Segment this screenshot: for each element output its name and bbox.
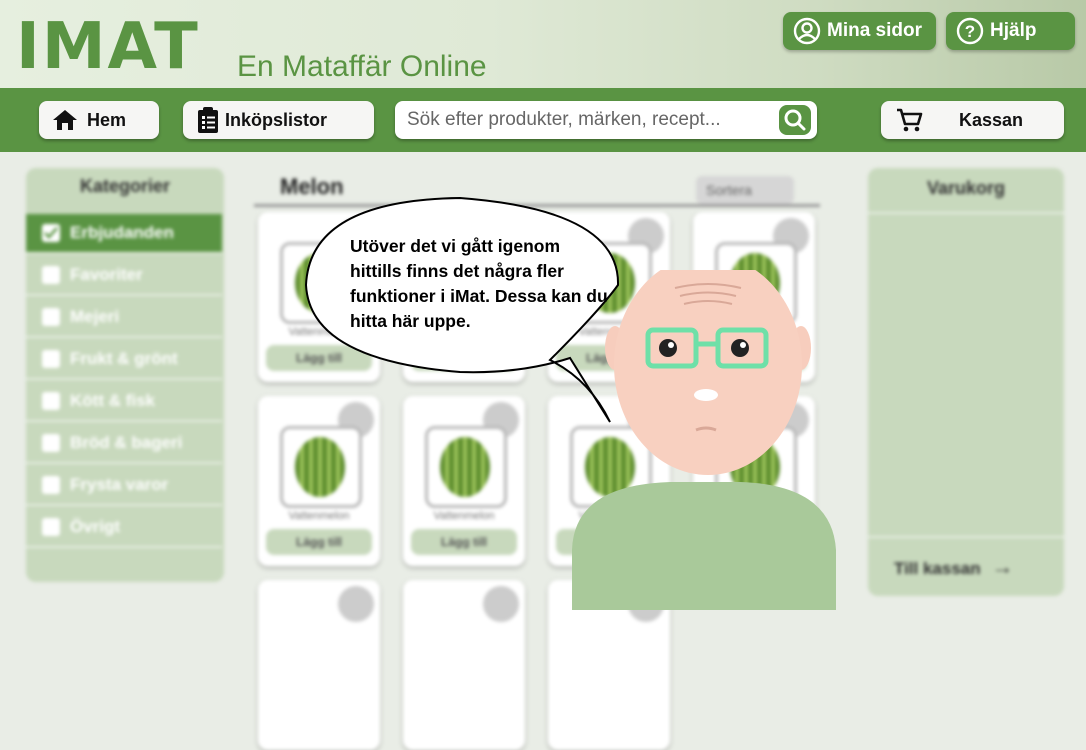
- search-input[interactable]: Sök efter produkter, märken, recept...: [407, 109, 721, 131]
- category-sidebar: Kategorier Erbjudanden Favoriter Mejeri …: [26, 168, 224, 582]
- cart-panel: Varukorg Till kassan →: [868, 168, 1064, 596]
- checkbox[interactable]: [42, 266, 60, 284]
- checkout-button[interactable]: Kassan: [881, 101, 1064, 139]
- cart-divider: [868, 536, 1064, 538]
- tagline: En Mataffär Online: [237, 50, 487, 83]
- clipboard-icon: [198, 107, 218, 133]
- watermelon-image: [440, 437, 490, 497]
- category-item[interactable]: Mejeri: [26, 298, 222, 338]
- user-icon: [793, 17, 821, 45]
- checkout-label: Kassan: [959, 109, 1024, 130]
- checkbox[interactable]: [42, 308, 60, 326]
- help-label: Hjälp: [990, 20, 1037, 41]
- offer-badge: [483, 586, 519, 622]
- cart-icon: [897, 108, 923, 132]
- category-label: Kött & fisk: [70, 391, 155, 410]
- mina-sidor-button[interactable]: Mina sidor: [783, 12, 936, 50]
- shopping-lists-label: Inköpslistor: [225, 109, 328, 130]
- category-item[interactable]: Frukt & grönt: [26, 340, 222, 380]
- product-card[interactable]: [403, 580, 525, 750]
- category-label: Erbjudanden: [70, 223, 174, 242]
- product-name: Vattenmelon: [288, 510, 350, 522]
- cart-divider: [868, 212, 1064, 214]
- sort-label: Sortera: [706, 182, 752, 198]
- search-bar[interactable]: Sök efter produkter, märken, recept...: [395, 101, 817, 139]
- checkbox[interactable]: [42, 476, 60, 494]
- category-title: Kategorier: [79, 176, 171, 196]
- checkbox[interactable]: [42, 350, 60, 368]
- category-item[interactable]: Favoriter: [26, 256, 222, 296]
- character-body: [572, 482, 836, 610]
- search-icon: [784, 109, 806, 131]
- category-item[interactable]: Kött & fisk: [26, 382, 222, 422]
- watermelon-image: [295, 437, 345, 497]
- category-label: Frukt & grönt: [70, 349, 178, 368]
- help-icon: ?: [956, 17, 984, 45]
- category-label: Bröd & bageri: [70, 433, 183, 452]
- header: IMAT En Mataffär Online Mina sidor ? Hjä…: [0, 0, 1086, 88]
- add-to-cart-button[interactable]: Lägg till: [411, 529, 517, 555]
- category-item[interactable]: Bröd & bageri: [26, 424, 222, 464]
- product-name: Vattenmelon: [433, 510, 495, 522]
- offer-badge: [338, 586, 374, 622]
- home-button[interactable]: Hem: [39, 101, 159, 139]
- checkbox-checked[interactable]: [42, 224, 60, 242]
- logo[interactable]: IMAT: [16, 12, 200, 82]
- shopping-lists-button[interactable]: Inköpslistor: [183, 101, 374, 139]
- cart-title: Varukorg: [926, 178, 1006, 198]
- to-checkout-label: Till kassan: [894, 559, 981, 578]
- home-label: Hem: [87, 109, 127, 130]
- product-card[interactable]: [258, 580, 380, 750]
- mina-sidor-label: Mina sidor: [827, 20, 923, 41]
- add-to-cart-button[interactable]: Lägg till: [266, 529, 372, 555]
- category-label: Favoriter: [70, 265, 143, 284]
- svg-text:?: ?: [965, 22, 975, 41]
- checkbox[interactable]: [42, 392, 60, 410]
- arrow-right-icon: →: [991, 554, 1014, 579]
- category-item[interactable]: Erbjudanden: [26, 214, 222, 254]
- category-item[interactable]: Övrigt: [26, 508, 222, 548]
- category-label: Frysta varor: [70, 475, 169, 494]
- category-label: Övrigt: [70, 517, 121, 536]
- checkbox[interactable]: [42, 518, 60, 536]
- to-checkout-link[interactable]: Till kassan →: [894, 554, 1013, 580]
- sort-dropdown[interactable]: Sortera: [696, 176, 794, 204]
- search-button[interactable]: [779, 105, 811, 135]
- category-item[interactable]: Frysta varor: [26, 466, 222, 506]
- checkbox[interactable]: [42, 434, 60, 452]
- guide-character: [572, 270, 836, 610]
- home-icon: [53, 110, 77, 130]
- category-label: Mejeri: [70, 307, 120, 326]
- help-button[interactable]: ? Hjälp: [946, 12, 1075, 50]
